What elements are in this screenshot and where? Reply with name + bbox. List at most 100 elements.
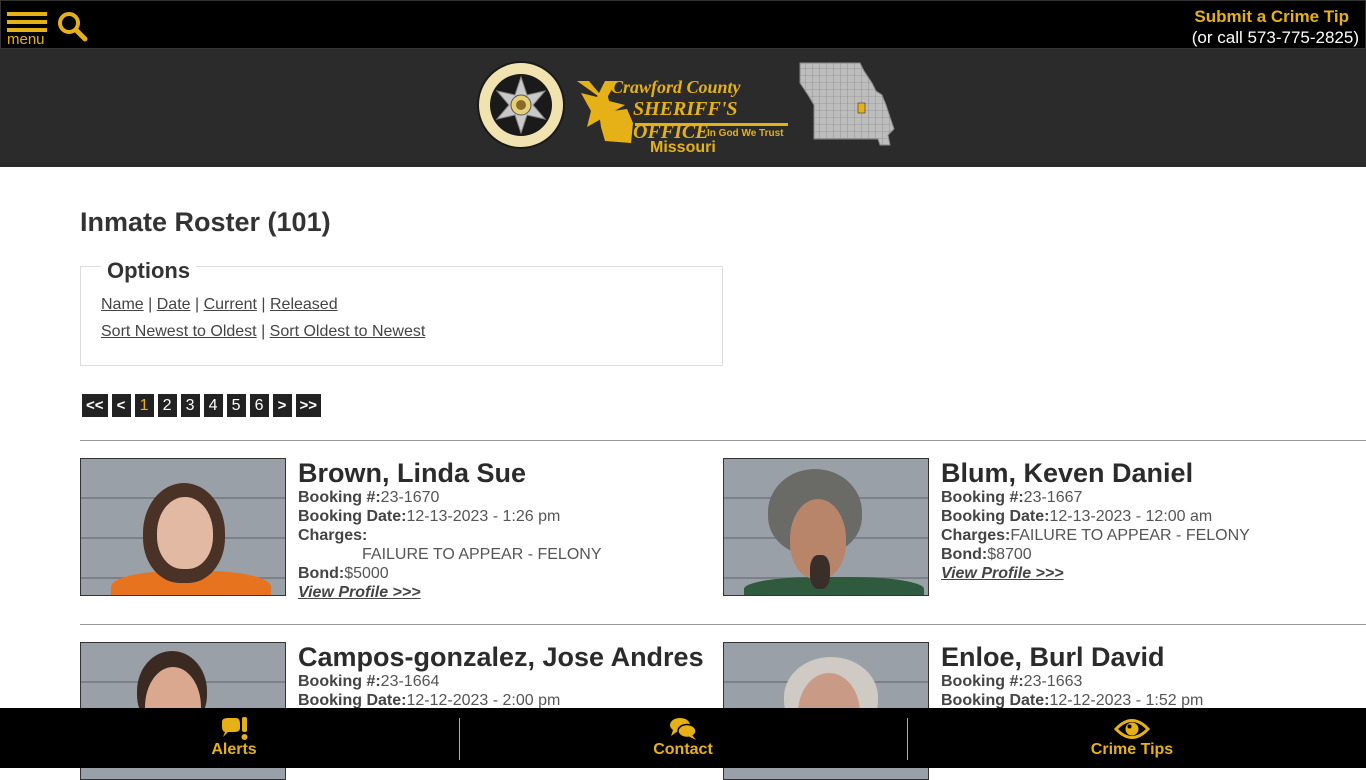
page-2-button[interactable]: 2 [157,394,177,417]
alerts-label: Alerts [211,741,257,758]
bond: Bond:$8700 [941,545,1250,564]
booking-number: Booking #:23-1670 [298,488,601,507]
page-first-button[interactable]: << [82,394,108,417]
booking-date-value: 12-13-2023 - 1:26 pm [406,508,561,525]
sort-links: Sort Newest to Oldest | Sort Oldest to N… [101,323,425,341]
eye-icon [1114,719,1150,739]
crime-tips-label: Crime Tips [1090,741,1174,758]
charges: Charges: [298,526,601,545]
booking-date-label: Booking Date: [941,508,1050,525]
page-title: Inmate Roster (101) [80,207,331,237]
view-profile-link[interactable]: View Profile >>> [298,583,601,602]
charges-label: Charges: [941,527,1011,544]
booking-date-value: 12-12-2023 - 2:00 pm [406,692,561,709]
chat-bubbles-icon [670,718,697,740]
wordmark-state: Missouri [650,139,716,156]
page-last-button[interactable]: >> [295,394,322,417]
bottom-nav-bar: Alerts Contact Crime Tips [0,708,1366,768]
inmate-info: Brown, Linda Sue Booking #:23-1670 Booki… [298,458,601,602]
booking-date-value: 12-12-2023 - 1:52 pm [1049,692,1204,709]
booking-number-value: 23-1664 [380,673,440,690]
page-1-button[interactable]: 1 [134,394,154,417]
page-3-button[interactable]: 3 [180,394,200,417]
bond: Bond:$5000 [298,564,601,583]
wordmark-rule [635,123,788,126]
inmate-name[interactable]: Brown, Linda Sue [298,458,601,488]
photo-beard [810,555,830,589]
bottom-nav-separator [459,718,460,760]
sort-oldest-link[interactable]: Sort Oldest to Newest [270,323,426,340]
alerts-button[interactable]: Alerts [174,708,294,768]
page-prev-button[interactable]: < [111,394,131,417]
bond-value: $8700 [987,546,1032,563]
filter-released-link[interactable]: Released [270,296,338,313]
contact-button[interactable]: Contact [623,708,743,768]
crime-tip-link[interactable]: Submit a Crime Tip (or call 573-775-2825… [1192,7,1359,49]
sheriff-office-wordmark[interactable]: Crawford County SHERIFF'S OFFICE In God … [575,69,790,164]
search-icon [58,12,88,42]
booking-number-label: Booking #: [298,673,381,690]
inmate-photo[interactable] [723,458,929,596]
missouri-map-icon [799,62,895,146]
inmate-name[interactable]: Blum, Keven Daniel [941,458,1250,488]
booking-number-label: Booking #: [298,489,381,506]
separator: | [256,296,270,313]
booking-number-value: 23-1667 [1023,489,1083,506]
inmate-name[interactable]: Campos-gonzalez, Jose Andres [298,642,704,672]
view-profile-link[interactable]: View Profile >>> [941,564,1250,583]
wordmark-county: Crawford County [611,77,741,97]
inmate-info: Campos-gonzalez, Jose Andres Booking #:2… [298,642,704,710]
crime-tip-phone: (or call 573-775-2825) [1191,28,1359,47]
separator: | [143,296,157,313]
options-legend: Options [101,258,197,284]
inmate-name[interactable]: Enloe, Burl David [941,642,1203,672]
wordmark-motto: In God We Trust [707,128,784,139]
page-6-button[interactable]: 6 [249,394,269,417]
charges-value: FAILURE TO APPEAR - FELONY [362,546,602,563]
filter-current-link[interactable]: Current [204,296,257,313]
page-4-button[interactable]: 4 [203,394,223,417]
hamburger-icon-bar [7,20,47,24]
booking-number: Booking #:23-1663 [941,672,1203,691]
separator: | [190,296,204,313]
charges-label: Charges: [298,527,368,544]
alert-bubble-icon [222,717,248,740]
separator: | [256,323,270,340]
charges: Charges:FAILURE TO APPEAR - FELONY [941,526,1250,545]
bottom-nav-separator [907,718,908,760]
photo-body [744,577,924,595]
crime-tips-button[interactable]: Crime Tips [1072,708,1192,768]
site-banner: Crawford County SHERIFF'S OFFICE In God … [0,49,1366,167]
page-5-button[interactable]: 5 [226,394,246,417]
search-button[interactable] [56,10,90,44]
divider [80,624,1366,625]
booking-date-value: 12-13-2023 - 12:00 am [1049,508,1213,525]
booking-date: Booking Date:12-13-2023 - 12:00 am [941,507,1250,526]
inmate-info: Enloe, Burl David Booking #:23-1663 Book… [941,642,1203,710]
pagination: << < 1 2 3 4 5 6 > >> [82,394,322,417]
booking-number-value: 23-1663 [1023,673,1083,690]
options-panel: Options Name | Date | Current | Released… [80,258,723,366]
page-next-button[interactable]: > [272,394,292,417]
charges-value: FAILURE TO APPEAR - FELONY [1010,527,1250,544]
sheriff-seal-logo[interactable] [477,61,565,149]
top-bar: menu Submit a Crime Tip (or call 573-775… [0,0,1366,49]
booking-date-label: Booking Date: [298,692,407,709]
booking-number: Booking #:23-1664 [298,672,704,691]
hamburger-icon [7,12,47,16]
booking-number: Booking #:23-1667 [941,488,1250,507]
filter-date-link[interactable]: Date [157,296,191,313]
bond-label: Bond: [941,546,988,563]
menu-button[interactable]: menu [7,12,49,48]
filter-links: Name | Date | Current | Released [101,296,338,314]
filter-name-link[interactable]: Name [101,296,144,313]
booking-date: Booking Date:12-13-2023 - 1:26 pm [298,507,601,526]
bond-label: Bond: [298,565,345,582]
contact-label: Contact [653,741,713,758]
booking-number-label: Booking #: [941,673,1024,690]
inmate-photo[interactable] [80,458,286,596]
divider [80,440,1366,441]
booking-date-label: Booking Date: [941,692,1050,709]
crime-tip-title[interactable]: Submit a Crime Tip [1192,7,1359,27]
sort-newest-link[interactable]: Sort Newest to Oldest [101,323,257,340]
